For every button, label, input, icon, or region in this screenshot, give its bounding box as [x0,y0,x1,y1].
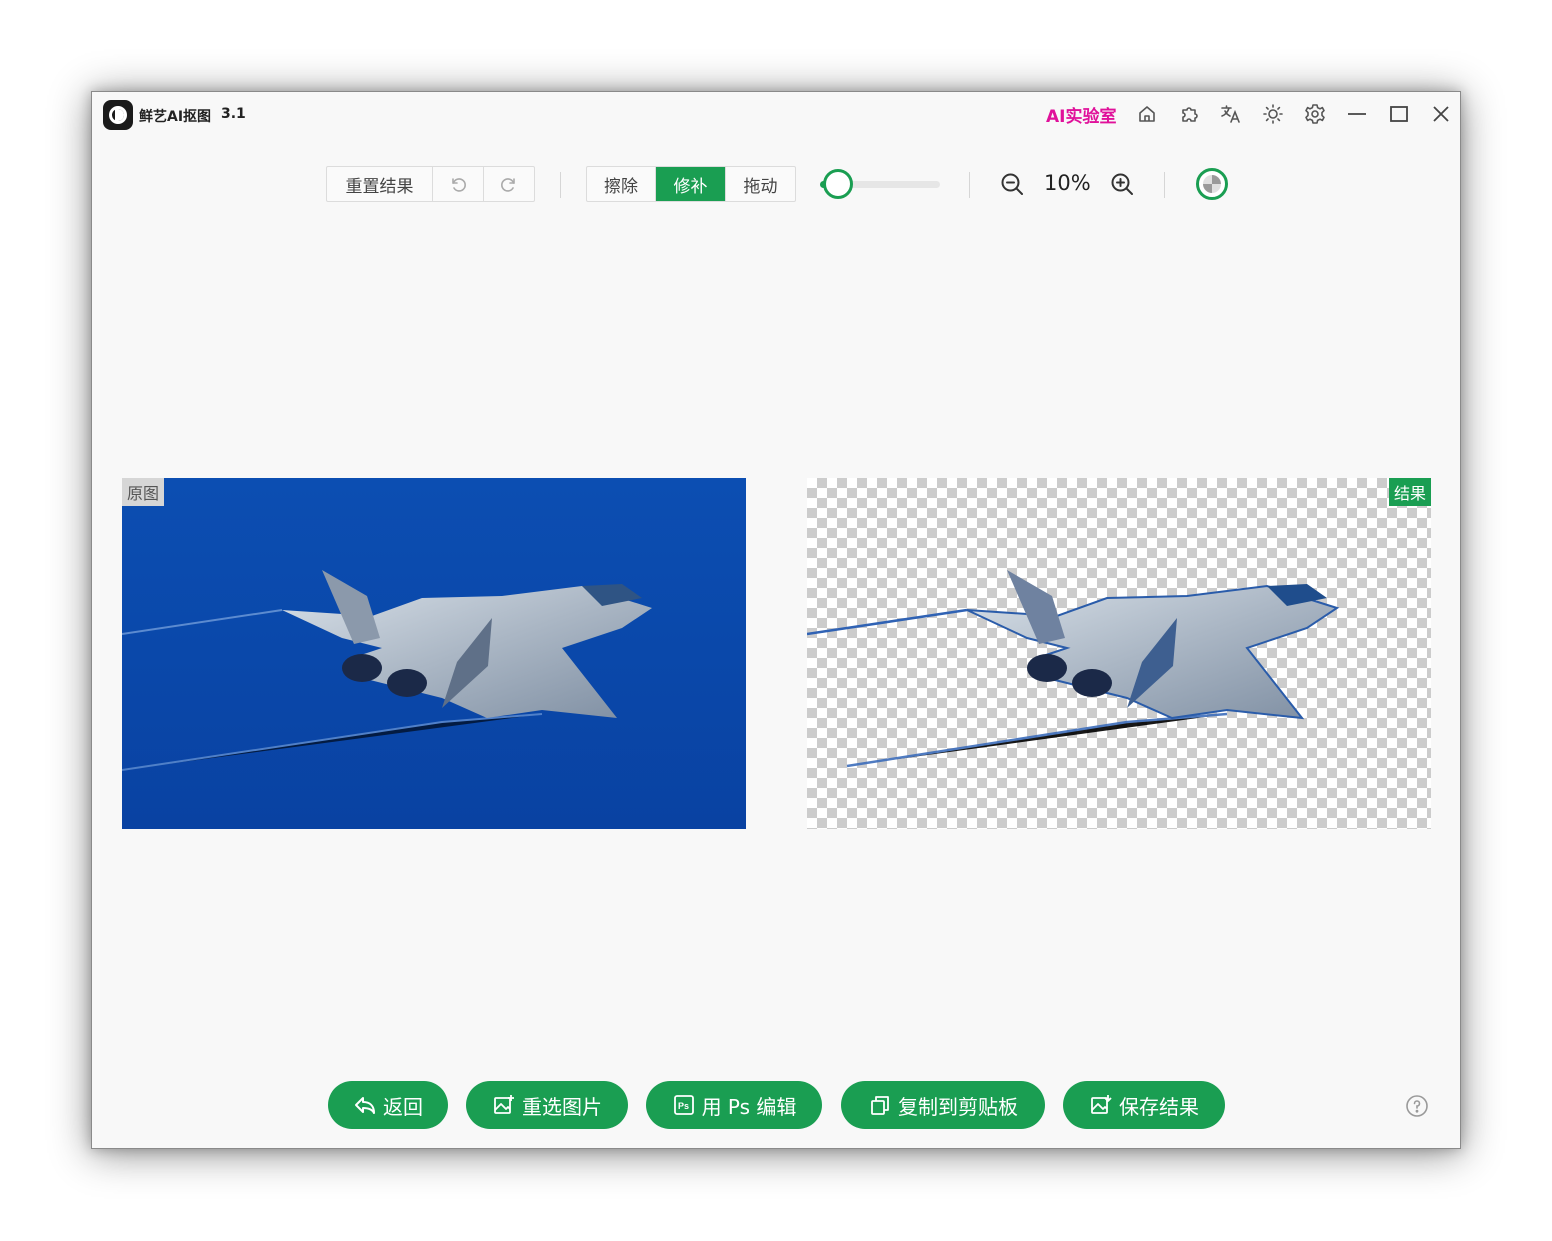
settings-icon[interactable] [1302,101,1328,127]
zoom-out-button[interactable] [999,171,1025,201]
background-toggle-button[interactable] [1196,168,1228,200]
toolbar-divider [969,172,970,198]
back-button[interactable]: 返回 [328,1081,448,1129]
original-image-panel: 原图 [122,478,746,829]
maximize-icon[interactable] [1386,101,1412,127]
svg-text:Ps: Ps [678,1101,689,1111]
puzzle-icon[interactable] [1176,101,1202,127]
save-label: 保存结果 [1119,1094,1199,1119]
translate-icon[interactable] [1218,101,1244,127]
image-save-icon [1091,1095,1112,1114]
original-image [122,570,652,771]
home-icon[interactable] [1134,101,1160,127]
brush-size-handle[interactable] [823,169,853,199]
toolbar-divider [1164,172,1165,198]
reset-result-button[interactable]: 重置结果 [327,167,433,201]
app-title: 鲜艺AI抠图 [139,109,212,125]
help-icon[interactable] [1405,1094,1429,1118]
title-bar: 鲜艺AI抠图 3.1 AI实验室 [92,92,1460,138]
mode-switch: 擦除 修补 拖动 [586,166,796,202]
image-add-icon [494,1095,514,1114]
back-label: 返回 [383,1094,423,1119]
original-label: 原图 [122,478,165,506]
undo-button[interactable] [433,167,484,201]
undo-icon [452,178,466,192]
zoom-level: 10% [1044,171,1091,195]
redo-icon [501,178,515,192]
redo-button[interactable] [484,167,534,201]
ps-edit-label: 用 Ps 编辑 [701,1094,797,1119]
copy-label: 复制到剪贴板 [898,1094,1018,1119]
app-version: 3.1 [221,106,246,122]
copy-icon [871,1096,889,1115]
checkerboard-icon [1203,175,1221,193]
zoom-out-icon [1001,173,1023,195]
result-label: 结果 [1388,478,1431,506]
minimize-icon[interactable] [1344,101,1370,127]
result-image [807,570,1340,768]
mode-restore-button[interactable]: 修补 [656,167,726,201]
zoom-in-button[interactable] [1109,171,1135,201]
edit-in-ps-button[interactable]: Ps 用 Ps 编辑 [646,1081,822,1129]
save-result-button[interactable]: 保存结果 [1063,1081,1225,1129]
result-image-panel: 结果 [807,478,1431,829]
toolbar-divider [560,172,561,198]
close-icon[interactable] [1428,101,1454,127]
copy-to-clipboard-button[interactable]: 复制到剪贴板 [841,1081,1045,1129]
reselect-image-button[interactable]: 重选图片 [466,1081,628,1129]
sun-icon[interactable] [1260,101,1286,127]
mode-erase-button[interactable]: 擦除 [587,167,656,201]
app-logo-icon [103,100,133,130]
ai-lab-link[interactable]: AI实验室 [1046,102,1116,127]
app-window: 鲜艺AI抠图 3.1 AI实验室 重置结果 擦除 修补 拖动 10% 原图 结果… [91,91,1461,1149]
reply-icon [355,1097,375,1114]
history-controls: 重置结果 [326,166,535,202]
ps-icon: Ps [673,1095,694,1115]
mode-drag-button[interactable]: 拖动 [726,167,795,201]
zoom-in-icon [1111,173,1133,195]
reselect-label: 重选图片 [522,1094,602,1119]
